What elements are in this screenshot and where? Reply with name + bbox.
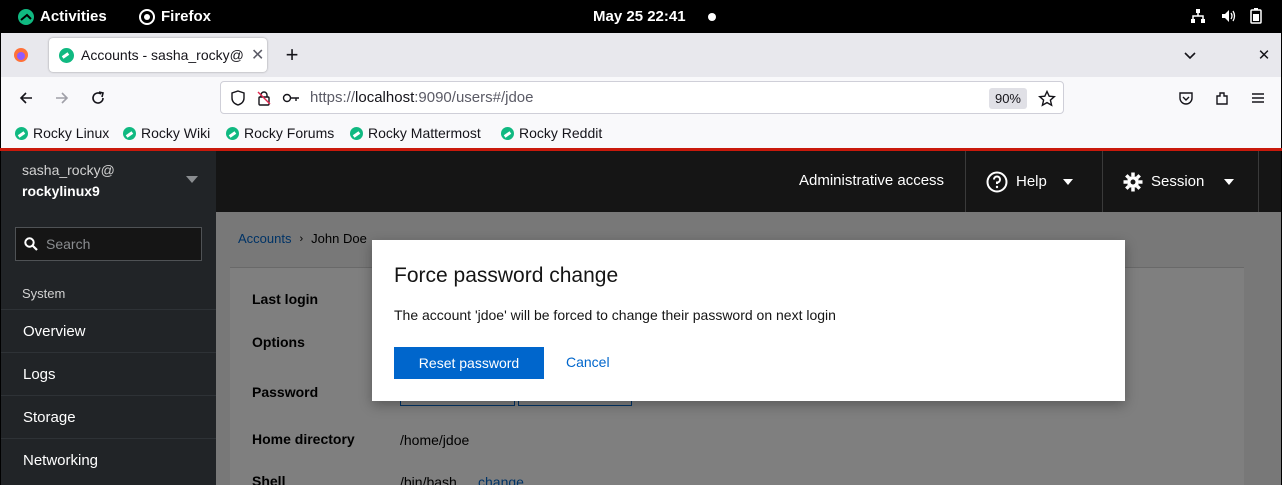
reset-password-button[interactable]: Reset password	[394, 347, 544, 379]
cockpit-masthead: Administrative access Help Session	[216, 151, 1281, 212]
back-icon[interactable]	[14, 86, 38, 110]
rocky-favicon-icon	[501, 126, 514, 140]
bookmark-rocky-wiki[interactable]: Rocky Wiki	[123, 125, 210, 141]
app-menu[interactable]: Firefox	[139, 8, 211, 25]
host-name: rockylinux9	[22, 183, 100, 199]
bookmark-label: Rocky Wiki	[141, 125, 211, 141]
rocky-favicon-icon	[15, 126, 28, 140]
volume-icon	[1222, 10, 1236, 22]
nav-label: Networking	[23, 452, 99, 469]
bookmark-rocky-forums[interactable]: Rocky Forums	[226, 125, 334, 141]
browser-tab-bar: Accounts - sasha_rocky@ ✕ + ✕	[0, 33, 1282, 77]
datetime: May 25 22:41	[593, 8, 686, 25]
browser-tab-active[interactable]: Accounts - sasha_rocky@ ✕	[49, 38, 267, 72]
new-tab-icon[interactable]: +	[280, 42, 304, 67]
extensions-icon[interactable]	[1210, 86, 1234, 110]
nav-section-title: System	[22, 286, 66, 301]
dialog-title: Force password change	[394, 264, 619, 287]
nav-item-storage[interactable]: Storage	[1, 395, 216, 438]
host-user: sasha_rocky@	[22, 162, 115, 178]
bookmark-label: Rocky Forums	[244, 125, 335, 141]
search-icon	[24, 237, 38, 251]
host-switcher[interactable]: sasha_rocky@ rockylinux9	[1, 151, 216, 212]
close-window-icon[interactable]: ✕	[1252, 43, 1276, 67]
key-icon[interactable]	[282, 90, 300, 106]
firefox-app-icon	[139, 8, 155, 25]
activities-button[interactable]: Activities	[18, 8, 107, 25]
nav-label: Overview	[23, 323, 86, 340]
nav-item-overview[interactable]: Overview	[1, 309, 216, 352]
gear-icon	[1123, 172, 1143, 191]
caret-down-icon	[1224, 178, 1235, 185]
close-tab-icon[interactable]: ✕	[251, 45, 264, 65]
force-password-change-dialog: Force password change The account 'jdoe'…	[372, 240, 1125, 401]
nav-label: Storage	[23, 409, 76, 426]
url-scheme: https://	[310, 89, 356, 106]
rocky-favicon-icon	[59, 47, 74, 63]
session-label: Session	[1151, 173, 1205, 190]
notification-dot-icon	[707, 12, 716, 21]
rocky-favicon-icon	[226, 126, 239, 140]
help-label: Help	[1016, 173, 1047, 190]
app-name: Firefox	[161, 8, 212, 25]
bookmark-label: Rocky Mattermost	[368, 125, 481, 141]
administrative-access-button[interactable]: Administrative access	[799, 172, 944, 189]
system-tray[interactable]	[1190, 8, 1262, 24]
shield-icon[interactable]	[230, 89, 246, 106]
divider	[1258, 151, 1259, 212]
bookmark-rocky-linux[interactable]: Rocky Linux	[15, 125, 109, 141]
url-bar[interactable]: https://localhost:9090/users#/jdoe 90%	[220, 81, 1064, 114]
tab-title: Accounts - sasha_rocky@	[81, 47, 244, 63]
url-text[interactable]: https://localhost:9090/users#/jdoe	[310, 89, 534, 106]
search-input[interactable]: Search	[15, 227, 202, 261]
zoom-level[interactable]: 90%	[988, 88, 1027, 109]
menu-icon[interactable]	[1246, 86, 1270, 110]
session-menu-button[interactable]: Session	[1102, 151, 1258, 212]
rocky-logo-icon	[18, 8, 34, 25]
url-path: :9090/users#/jdoe	[414, 89, 534, 106]
rocky-favicon-icon	[123, 126, 136, 140]
browser-nav-bar: https://localhost:9090/users#/jdoe 90%	[0, 77, 1282, 119]
bookmark-star-icon[interactable]	[1038, 90, 1056, 108]
nav-item-networking[interactable]: Networking	[1, 438, 216, 481]
bookmark-label: Rocky Linux	[33, 125, 110, 141]
rocky-favicon-icon	[350, 126, 363, 140]
caret-down-icon	[1062, 178, 1073, 185]
network-icon	[1191, 9, 1205, 23]
url-host: localhost	[355, 89, 415, 106]
bookmark-rocky-mattermost[interactable]: Rocky Mattermost	[350, 125, 481, 141]
clock[interactable]: May 25 22:41	[593, 8, 716, 25]
cockpit-sidebar: sasha_rocky@ rockylinux9 Search System O…	[1, 151, 216, 485]
lock-icon[interactable]	[256, 90, 272, 106]
help-menu-button[interactable]: Help	[965, 151, 1102, 212]
dialog-body: The account 'jdoe' will be forced to cha…	[394, 307, 836, 323]
bookmarks-toolbar: Rocky Linux Rocky Wiki Rocky Forums Rock…	[0, 119, 1282, 148]
gnome-top-bar: Activities Firefox May 25 22:41	[0, 0, 1282, 33]
forward-icon[interactable]	[50, 86, 74, 110]
help-icon	[986, 171, 1008, 192]
nav-item-logs[interactable]: Logs	[1, 352, 216, 395]
cancel-button[interactable]: Cancel	[566, 354, 610, 370]
reload-icon[interactable]	[86, 86, 110, 110]
caret-down-icon	[186, 176, 198, 183]
list-tabs-icon[interactable]	[1178, 43, 1202, 67]
nav-label: Logs	[23, 366, 56, 383]
bookmark-label: Rocky Reddit	[519, 125, 603, 141]
pocket-icon[interactable]	[1174, 86, 1198, 110]
firefox-view-icon[interactable]	[9, 43, 33, 67]
bookmark-rocky-reddit[interactable]: Rocky Reddit	[501, 125, 602, 141]
search-placeholder: Search	[46, 236, 91, 252]
battery-icon	[1250, 8, 1262, 24]
activities-label: Activities	[40, 8, 107, 25]
